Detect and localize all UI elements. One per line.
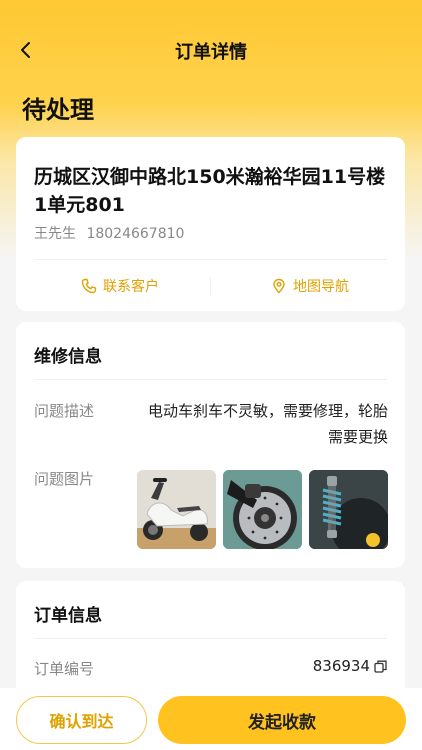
divider [34,638,387,639]
copy-icon[interactable] [374,660,387,673]
problem-image-brake-disc[interactable] [223,470,302,549]
nav-bar: 订单详情 [0,28,422,72]
order-info-title: 订单信息 [34,606,102,626]
problem-image-shock-absorber[interactable] [309,470,388,549]
order-number-label: 订单编号 [34,660,95,678]
repair-info-title: 维修信息 [34,347,102,367]
initiate-payment-button[interactable]: 发起收款 [158,696,406,744]
map-navigation-button[interactable]: 地图导航 [271,274,349,298]
contact-customer-label: 联系客户 [103,279,159,295]
customer-info: 王先生 18024667810 [34,223,184,243]
contact-customer-button[interactable]: 联系客户 [81,274,159,298]
order-status: 待处理 [22,96,94,124]
shock-absorber-image [309,470,388,549]
map-navigation-label: 地图导航 [293,279,349,295]
confirm-arrival-button[interactable]: 确认到达 [16,696,147,744]
address-text: 历城区汉御中路北150米瀚裕华园11号楼1单元801 [34,166,386,216]
customer-phone: 18024667810 [86,226,185,242]
repair-info-card: 维修信息 问题描述 电动车刹车不灵敏，需要修理，轮胎需要更换 问题图片 [16,322,405,568]
address-card: 历城区汉御中路北150米瀚裕华园11号楼1单元801 王先生 180246678… [16,137,405,311]
bottom-action-bar: 确认到达 发起收款 [0,688,422,750]
problem-image-scooter[interactable] [137,470,216,549]
brake-disc-image [223,470,302,549]
phone-icon [81,278,97,294]
divider [34,259,387,260]
problem-images-label: 问题图片 [34,470,95,488]
problem-description-value: 电动车刹车不灵敏，需要修理，轮胎需要更换 [147,402,388,446]
order-number-value: 836934 [312,657,370,675]
page-title: 订单详情 [175,42,247,63]
problem-description-label: 问题描述 [34,402,95,420]
location-pin-icon [273,278,285,294]
scooter-image [137,470,216,549]
divider [34,379,387,380]
customer-name: 王先生 [34,226,76,242]
action-divider [210,277,211,295]
order-number: 836934 [313,657,387,675]
